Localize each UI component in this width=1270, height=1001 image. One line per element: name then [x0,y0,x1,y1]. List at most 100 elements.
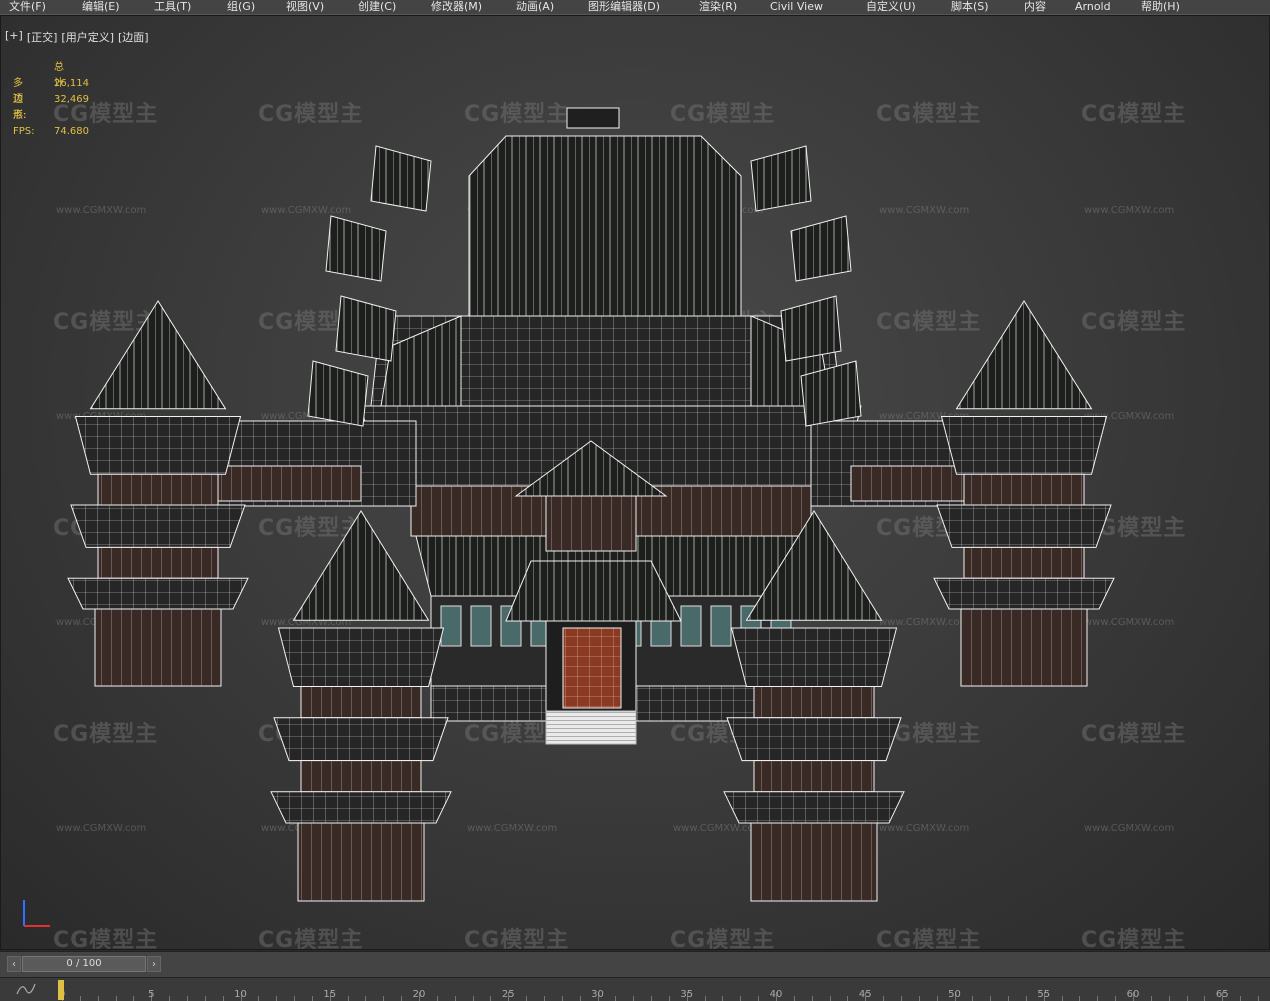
tower-back-right-roof-2 [936,504,1112,548]
eave-ornament-right [790,215,852,282]
menu-item[interactable]: 修改器(M) [431,0,482,14]
tower-front-left-roof-3 [270,791,452,824]
menu-item[interactable]: 组(G) [227,0,255,14]
menu-item[interactable]: 编辑(E) [82,0,120,14]
eave-ornament-left [370,145,432,212]
ruler-tick [1061,996,1063,1001]
ruler-tick [1257,996,1259,1001]
menu-item[interactable]: 图形编辑器(D) [588,0,660,14]
facade-window [440,605,462,647]
ruler-tick-label: 20 [412,989,426,1000]
tower-front-left-spire [292,510,430,621]
ruler-tick [311,996,313,1001]
eave-ornament-left [307,360,369,427]
main-stairs [545,710,637,745]
ruler-tick [347,996,349,1001]
ruler-tick [365,996,367,1001]
ruler-tick-label: 30 [591,989,604,1000]
tower-front-left-roof-1 [277,627,445,687]
tower-back-left-spire [89,300,227,410]
viewport-perspective[interactable]: [+] [正交] [用户定义] [边面] 总计 多边形: 26,114 顶点: 32… [0,15,1270,950]
ruler-tick [1079,996,1081,1001]
ruler-tick [186,996,188,1001]
tower-back-left-story-1 [97,473,219,506]
ruler-tick [543,996,545,1001]
ruler-tick-label: 55 [1037,989,1051,1000]
tower-front-left-base [297,822,425,902]
ruler-tick [133,996,135,1001]
facade-window [680,605,702,647]
track-bar[interactable]: 05101520253035404550556065 [0,977,1270,1001]
ruler-tick [294,996,296,1001]
time-slider-bar: ‹ 0 / 100 › [0,951,1270,977]
ruler-tick [722,996,724,1001]
menu-item[interactable]: 自定义(U) [866,0,916,14]
ruler-tick [1115,996,1117,1001]
ruler-tick [883,996,885,1001]
tower-back-left-roof-1 [74,416,242,475]
tower-front-left-story-2 [300,760,422,793]
ruler-tick [526,996,528,1001]
ruler-tick [918,996,920,1001]
wire-group [67,107,1115,902]
menu-item[interactable]: Civil View [770,0,823,14]
porch-roof [505,560,682,622]
ruler-tick [258,996,260,1001]
ruler-tick [401,996,403,1001]
porch-upper [545,495,637,552]
ruler-tick-label: 65 [1215,989,1229,1000]
menu-item[interactable]: 帮助(H) [1141,0,1180,14]
main-door [562,627,622,709]
ruler-tick [169,996,171,1001]
time-cursor[interactable] [58,980,64,1000]
tower-front-left-roof-2 [273,717,449,762]
menu-item[interactable]: Arnold [1075,0,1111,14]
tower-back-left-roof-3 [67,577,249,610]
ruler-tick [847,996,849,1001]
menu-item[interactable]: 文件(F) [9,0,46,14]
menu-item[interactable]: 创建(C) [358,0,396,14]
ruler-tick [204,996,206,1001]
ruler-tick [1025,996,1027,1001]
ruler-tick-label: 10 [234,989,247,1000]
ruler-tick [704,996,706,1001]
prev-frame-icon[interactable]: ‹ [7,956,21,972]
menu-item[interactable]: 脚本(S) [951,0,989,14]
facade-window [710,605,732,647]
ruler-tick [276,996,278,1001]
time-slider[interactable]: 0 / 100 [22,956,146,972]
ruler-tick [633,996,635,1001]
ruler-tick [758,996,760,1001]
tower-back-right-roof-1 [940,416,1108,475]
menu-item[interactable]: 内容 [1024,0,1046,14]
left-corridor-wall [210,465,362,502]
track-ruler[interactable]: 05101520253035404550556065 [59,978,1260,1001]
menu-item[interactable]: 工具(T) [154,0,191,14]
ruler-tick [222,996,224,1001]
ruler-tick [436,996,438,1001]
curve-editor-icon[interactable] [15,982,37,996]
ruler-tick [454,996,456,1001]
ruler-tick [1008,996,1010,1001]
axis-gizmo [23,900,50,927]
time-slider-frame: 0 / 100 [66,958,102,969]
tower-back-right-story-2 [963,546,1085,579]
tower-back-right-roof-3 [933,577,1115,610]
ruler-tick [793,996,795,1001]
next-frame-icon[interactable]: › [147,956,161,972]
menu-item[interactable]: 渲染(R) [699,0,737,14]
tower-front-right-base [750,822,878,902]
menu-item[interactable]: 动画(A) [516,0,554,14]
menu-item[interactable]: 视图(V) [286,0,324,14]
upper-roof [468,135,742,317]
ruler-tick [490,996,492,1001]
temple-wireframe-model[interactable] [1,16,1270,950]
ruler-tick-label: 35 [680,989,694,1000]
tower-back-right-spire [955,300,1093,410]
tower-front-right-roof-1 [730,627,898,687]
ruler-tick [1204,996,1206,1001]
tower-back-right-story-1 [963,473,1085,506]
ruler-tick [811,996,813,1001]
ruler-tick [383,996,385,1001]
eave-ornament-right [780,295,842,362]
